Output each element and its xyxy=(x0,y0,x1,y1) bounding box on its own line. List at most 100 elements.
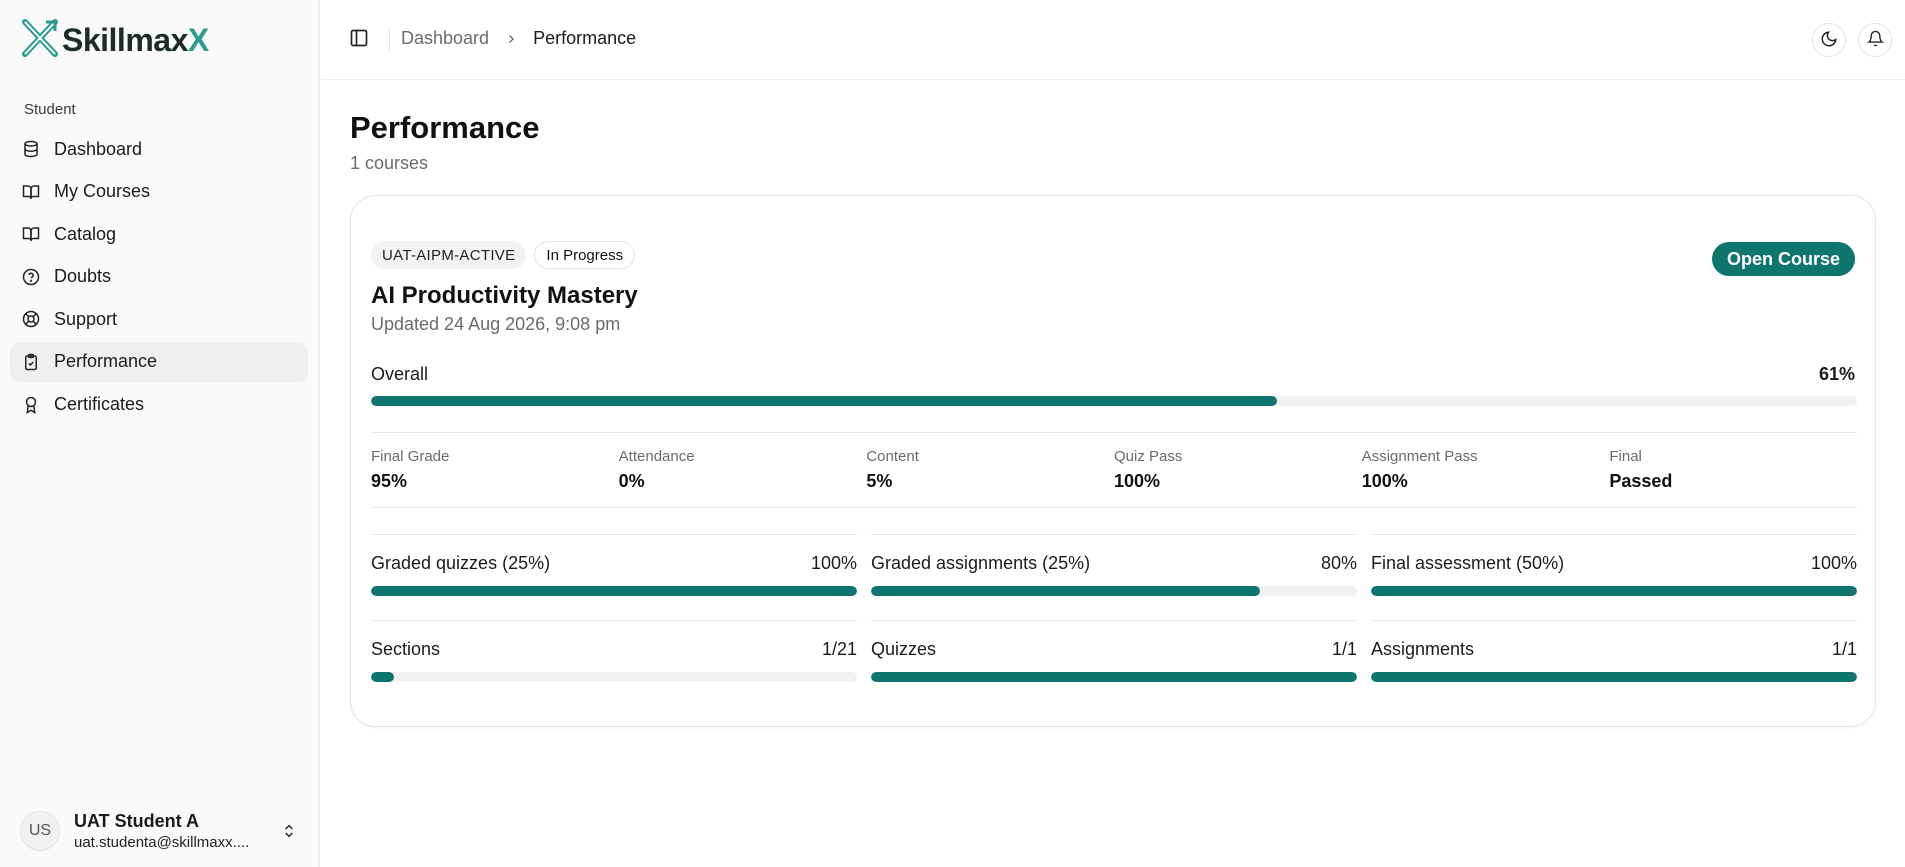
progress-fill xyxy=(371,672,395,682)
stat-attendance: Attendance 0% xyxy=(619,448,867,492)
stat-assignment-pass: Assignment Pass 100% xyxy=(1362,448,1610,492)
metric-label: Graded assignments (25%) xyxy=(871,553,1091,573)
top-header: Dashboard Performance xyxy=(321,0,1905,80)
sidebar-item-certificates[interactable]: Certificates xyxy=(10,385,308,425)
breadcrumb-current: Performance xyxy=(533,28,637,48)
stat-label: Content xyxy=(866,448,919,465)
progress-bar xyxy=(1371,586,1857,596)
sidebar-item-label: Support xyxy=(54,308,118,329)
metric-graded-assignments: Graded assignments (25%) 80% xyxy=(871,534,1357,596)
sidebar-item-label: Doubts xyxy=(54,266,112,287)
book-open-icon xyxy=(22,183,40,201)
sidebar-toggle-icon[interactable] xyxy=(349,28,371,50)
overall-label: Overall xyxy=(371,364,429,384)
metric-assignments: Assignments 1/1 xyxy=(1371,620,1857,682)
metric-graded-quizzes: Graded quizzes (25%) 100% xyxy=(371,534,857,596)
header-divider xyxy=(389,28,390,52)
logo[interactable]: SkillmaxX xyxy=(22,18,209,62)
stat-label: Final Grade xyxy=(371,448,450,465)
sidebar-item-support[interactable]: Support xyxy=(10,299,308,339)
sidebar-item-doubts[interactable]: Doubts xyxy=(10,257,308,297)
stat-value: 0% xyxy=(618,471,645,491)
progress-bar xyxy=(371,672,857,682)
sidebar-item-label: Catalog xyxy=(54,223,117,244)
user-email: uat.studenta@skillmaxx.... xyxy=(74,834,250,851)
database-icon xyxy=(22,140,40,158)
progress-fill xyxy=(1371,672,1857,682)
sidebar-nav: Dashboard My Courses Catalog Doubts Supp… xyxy=(10,129,308,427)
book-icon xyxy=(22,225,40,243)
metric-sections: Sections 1/21 xyxy=(371,620,857,682)
progress-fill xyxy=(871,672,1357,682)
overall-progress-fill xyxy=(371,396,1278,406)
progress-bar xyxy=(1371,672,1857,682)
stat-value: Passed xyxy=(1609,471,1673,491)
course-updated: Updated 24 Aug 2026, 9:08 pm xyxy=(371,314,621,334)
open-course-button[interactable]: Open Course xyxy=(1711,242,1855,276)
life-buoy-icon xyxy=(22,310,40,328)
stat-final-grade: Final Grade 95% xyxy=(371,448,619,492)
bell-icon xyxy=(1866,30,1884,50)
metric-value: 100% xyxy=(810,553,857,573)
page-subtitle: 1 courses xyxy=(350,153,429,173)
stat-value: 100% xyxy=(1361,471,1408,491)
overall-progress-bar xyxy=(371,396,1857,406)
metric-label: Sections xyxy=(371,639,441,659)
course-code-badge: UAT-AIPM-ACTIVE xyxy=(371,241,527,269)
metric-value: 1/1 xyxy=(1331,639,1357,659)
sidebar-item-performance[interactable]: Performance xyxy=(10,341,308,382)
user-menu[interactable]: US UAT Student A uat.studenta@skillmaxx.… xyxy=(20,808,300,854)
sidebar-item-label: My Courses xyxy=(54,181,151,202)
stat-value: 100% xyxy=(1114,471,1161,491)
award-icon xyxy=(22,396,40,414)
progress-fill xyxy=(1371,586,1857,596)
progress-bar xyxy=(871,586,1357,596)
stats-row: Final Grade 95% Attendance 0% Content 5%… xyxy=(371,448,1857,492)
stat-value: 95% xyxy=(371,471,408,491)
metric-label: Final assessment (50%) xyxy=(1371,553,1565,573)
stat-value: 5% xyxy=(866,471,893,491)
sidebar-item-label: Certificates xyxy=(54,394,145,415)
sidebar-item-dashboard[interactable]: Dashboard xyxy=(10,129,308,169)
progress-fill xyxy=(871,586,1260,596)
metric-value: 1/21 xyxy=(821,639,857,659)
sidebar-item-catalog[interactable]: Catalog xyxy=(10,214,308,254)
moon-icon xyxy=(1820,30,1838,51)
chevron-right-icon xyxy=(505,33,517,45)
divider xyxy=(371,507,1857,508)
stat-final: Final Passed xyxy=(1609,448,1857,492)
sidebar-item-label: Performance xyxy=(54,351,158,372)
logo-text: SkillmaxX xyxy=(62,21,209,58)
notifications-button[interactable] xyxy=(1858,23,1892,57)
metric-label: Assignments xyxy=(1371,639,1475,659)
stat-label: Quiz Pass xyxy=(1114,448,1183,465)
nav-group-label: Student xyxy=(24,101,76,118)
stat-label: Final xyxy=(1609,448,1642,465)
metric-final-assessment: Final assessment (50%) 100% xyxy=(1371,534,1857,596)
theme-toggle-button[interactable] xyxy=(1812,23,1846,57)
stat-label: Attendance xyxy=(618,448,695,465)
breadcrumb: Dashboard Performance xyxy=(401,28,636,49)
sidebar-item-my-courses[interactable]: My Courses xyxy=(10,172,308,212)
sidebar-item-label: Dashboard xyxy=(54,138,143,159)
stat-quiz-pass: Quiz Pass 100% xyxy=(1114,448,1362,492)
course-badges: UAT-AIPM-ACTIVE In Progress xyxy=(371,241,643,269)
course-title: AI Productivity Mastery xyxy=(371,282,638,309)
status-badge: In Progress xyxy=(534,241,636,269)
chevrons-up-down-icon[interactable] xyxy=(278,820,300,842)
stat-label: Assignment Pass xyxy=(1361,448,1478,465)
skillmaxx-logo-icon xyxy=(22,18,58,62)
progress-bar xyxy=(871,672,1357,682)
page-title: Performance xyxy=(350,110,540,145)
breadcrumb-link-dashboard[interactable]: Dashboard xyxy=(401,28,489,49)
clipboard-check-icon xyxy=(22,353,40,371)
metric-value: 80% xyxy=(1320,553,1357,573)
avatar: US xyxy=(20,811,60,851)
overall-value: 61% xyxy=(1818,364,1855,384)
metric-label: Quizzes xyxy=(871,639,937,659)
metric-value: 100% xyxy=(1810,553,1857,573)
metric-quizzes: Quizzes 1/1 xyxy=(871,620,1357,682)
course-performance-card: UAT-AIPM-ACTIVE In Progress AI Productiv… xyxy=(350,195,1876,727)
progress-bar xyxy=(371,586,857,596)
question-circle-icon xyxy=(22,268,40,286)
